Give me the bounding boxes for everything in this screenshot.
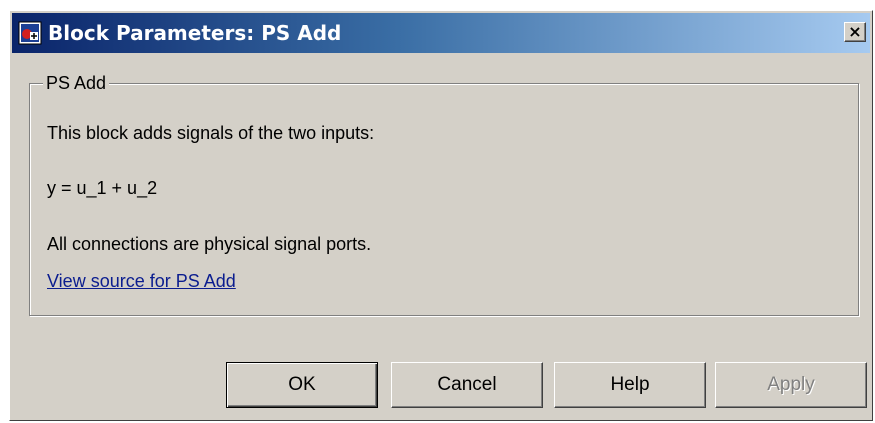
- help-button[interactable]: Help: [554, 362, 706, 408]
- dialog-title: Block Parameters: PS Add: [48, 21, 342, 45]
- ok-button[interactable]: OK: [226, 362, 378, 408]
- group-title: PS Add: [43, 72, 110, 94]
- connections-note: All connections are physical signal port…: [47, 234, 372, 254]
- view-source-link[interactable]: View source for PS Add: [47, 270, 236, 292]
- simulink-block-icon: [18, 21, 42, 45]
- title-bar[interactable]: Block Parameters: PS Add ×: [12, 13, 870, 53]
- ps-add-groupbox: PS Add This block adds signals of the tw…: [29, 72, 859, 316]
- cancel-button[interactable]: Cancel: [391, 362, 543, 408]
- block-equation: y = u_1 + u_2: [47, 178, 158, 198]
- close-button[interactable]: ×: [844, 22, 866, 42]
- block-description: This block adds signals of the two input…: [47, 123, 375, 143]
- block-parameters-dialog: Block Parameters: PS Add × PS Add This b…: [9, 10, 873, 421]
- apply-button[interactable]: Apply: [715, 362, 867, 408]
- close-icon: ×: [848, 22, 862, 41]
